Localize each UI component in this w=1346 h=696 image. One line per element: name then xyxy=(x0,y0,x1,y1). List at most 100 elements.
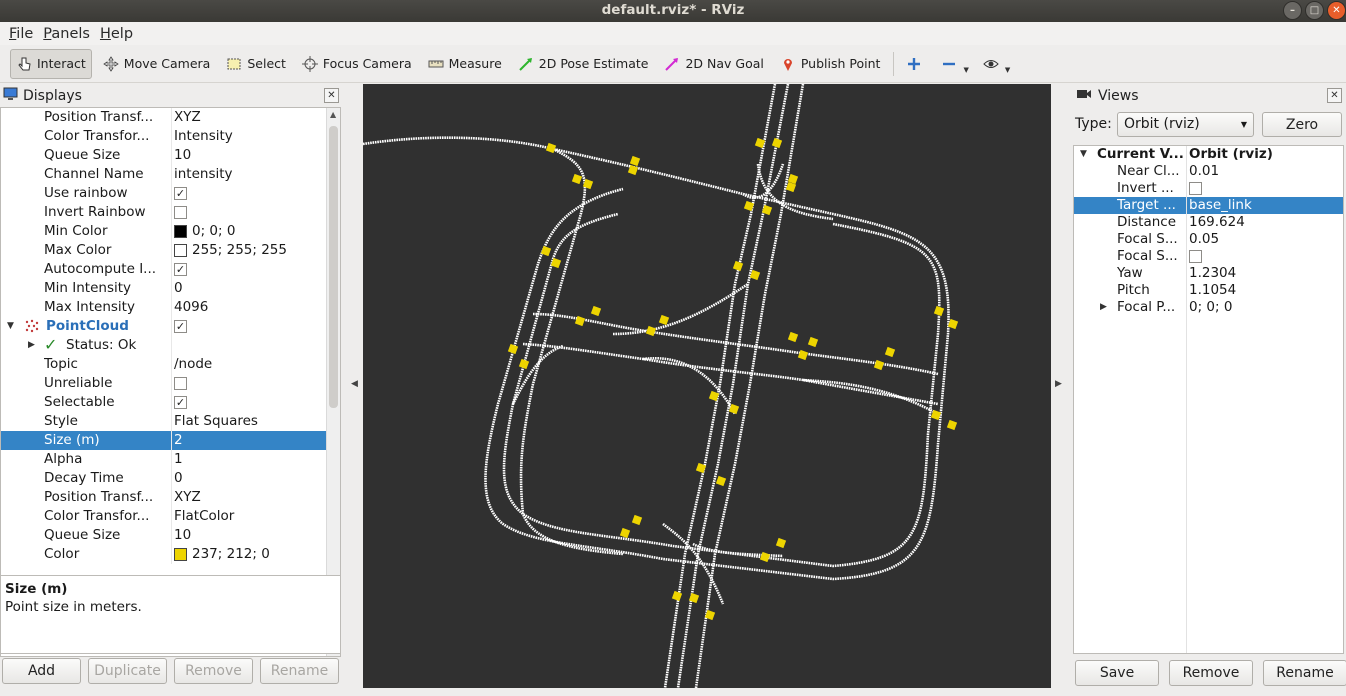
property-value[interactable] xyxy=(174,374,187,390)
close-icon[interactable]: ✕ xyxy=(1327,88,1342,103)
property-row[interactable]: Min Intensity 0 xyxy=(1,279,340,298)
checkbox[interactable]: ✓ xyxy=(174,396,187,409)
property-row[interactable]: Topic/node xyxy=(1,355,340,374)
view-type-select[interactable]: Orbit (rviz) ▼ xyxy=(1117,112,1254,137)
remove-button[interactable]: Remove xyxy=(174,658,253,684)
property-row[interactable]: Unreliable xyxy=(1,374,340,393)
view-property-value[interactable]: 0.05 xyxy=(1189,231,1219,248)
checkbox[interactable] xyxy=(174,206,187,219)
expand-right-icon[interactable]: ▶ xyxy=(1100,299,1107,316)
menu-help[interactable]: Help xyxy=(95,26,138,42)
menu-file[interactable]: File xyxy=(4,26,38,42)
checkbox[interactable]: ✓ xyxy=(174,320,187,333)
current-view-row[interactable]: ▼ Current V... Orbit (rviz) xyxy=(1074,146,1343,163)
checkbox[interactable]: ✓ xyxy=(174,263,187,276)
property-row[interactable]: ▼ PointCloud ✓ xyxy=(1,317,340,336)
view-property-value[interactable]: 0.01 xyxy=(1189,163,1219,180)
view-property-value[interactable]: 1.2304 xyxy=(1189,265,1236,282)
zero-button[interactable]: Zero xyxy=(1262,112,1342,137)
view-property-row[interactable]: Distance 169.624 xyxy=(1074,214,1343,231)
property-value[interactable]: 1 xyxy=(174,450,183,469)
close-icon[interactable]: ✕ xyxy=(324,88,339,103)
property-row[interactable]: Position Transf... XYZ xyxy=(1,488,340,507)
property-value[interactable]: ✓ xyxy=(174,317,187,333)
checkbox[interactable] xyxy=(174,377,187,390)
rename-view-button[interactable]: Rename xyxy=(1263,660,1346,686)
collapse-left-icon[interactable]: ◀ xyxy=(351,379,361,389)
property-value[interactable]: 237; 212; 0 xyxy=(174,545,270,564)
property-value[interactable]: /node xyxy=(174,355,212,374)
checkbox[interactable]: ✓ xyxy=(174,187,187,200)
scroll-thumb[interactable] xyxy=(329,126,338,408)
property-value[interactable]: 0 xyxy=(174,469,183,488)
focus-camera-tool-button[interactable]: Focus Camera xyxy=(297,49,417,79)
property-row[interactable]: Min Color 0; 0; 0 xyxy=(1,222,340,241)
close-icon[interactable]: ✕ xyxy=(1327,1,1346,20)
rename-button[interactable]: Rename xyxy=(260,658,339,684)
property-value[interactable] xyxy=(174,203,187,219)
render-viewport[interactable] xyxy=(363,84,1051,688)
view-property-value[interactable]: 169.624 xyxy=(1189,214,1245,231)
property-value[interactable]: 10 xyxy=(174,526,191,545)
property-row[interactable]: Color 237; 212; 0 xyxy=(1,545,340,564)
color-swatch[interactable] xyxy=(174,548,187,561)
view-property-row[interactable]: Invert ... xyxy=(1074,180,1343,197)
property-row[interactable]: Color Transfor... FlatColor xyxy=(1,507,340,526)
select-tool-button[interactable]: Select xyxy=(221,49,291,79)
property-row[interactable]: Queue Size 10 xyxy=(1,146,340,165)
property-value[interactable]: 4096 xyxy=(174,298,208,317)
property-row[interactable]: Channel Name intensity xyxy=(1,165,340,184)
add-button[interactable]: Add xyxy=(2,658,81,684)
property-row[interactable]: Style Flat Squares xyxy=(1,412,340,431)
property-value[interactable]: 0; 0; 0 xyxy=(174,222,235,241)
remove-tool-button[interactable]: ▼ xyxy=(935,49,974,79)
expand-down-icon[interactable]: ▼ xyxy=(7,317,14,336)
scroll-up-icon[interactable]: ▲ xyxy=(330,110,336,119)
point-cloud-scene[interactable] xyxy=(363,84,1051,688)
property-value[interactable]: ✓ xyxy=(174,260,187,276)
property-value[interactable]: 10 xyxy=(174,146,191,165)
property-value[interactable]: FlatColor xyxy=(174,507,234,526)
checkbox[interactable] xyxy=(1189,250,1202,263)
view-property-row[interactable]: Focal S... xyxy=(1074,248,1343,265)
checkbox[interactable] xyxy=(1189,182,1202,195)
property-value[interactable]: XYZ xyxy=(174,108,201,127)
property-row[interactable]: Color Transfor... Intensity xyxy=(1,127,340,146)
property-row[interactable]: Invert Rainbow xyxy=(1,203,340,222)
remove-view-button[interactable]: Remove xyxy=(1169,660,1253,686)
pose-estimate-tool-button[interactable]: 2D Pose Estimate xyxy=(513,49,654,79)
property-value[interactable]: intensity xyxy=(174,165,233,184)
property-value[interactable]: 0 xyxy=(174,279,183,298)
save-button[interactable]: Save xyxy=(1075,660,1159,686)
collapse-right-icon[interactable]: ▶ xyxy=(1055,379,1065,389)
displays-scrollbar[interactable]: ▲ ▼ xyxy=(326,108,340,656)
expand-right-icon[interactable]: ▶ xyxy=(28,336,35,355)
view-property-row[interactable]: Focal S... 0.05 xyxy=(1074,231,1343,248)
property-row[interactable]: Max Color 255; 255; 255 xyxy=(1,241,340,260)
expand-down-icon[interactable]: ▼ xyxy=(1080,146,1087,163)
view-property-value[interactable]: 0; 0; 0 xyxy=(1189,299,1232,316)
view-property-value[interactable]: 1.1054 xyxy=(1189,282,1236,299)
view-property-row[interactable]: Near Cl... 0.01 xyxy=(1074,163,1343,180)
add-tool-button[interactable] xyxy=(900,49,933,79)
view-property-value[interactable]: base_link xyxy=(1189,197,1252,214)
property-value[interactable]: ✓ xyxy=(174,184,187,200)
property-row[interactable]: Autocompute I... ✓ xyxy=(1,260,340,279)
duplicate-button[interactable]: Duplicate xyxy=(88,658,167,684)
interact-tool-button[interactable]: Interact xyxy=(10,48,92,79)
color-swatch[interactable] xyxy=(174,225,187,238)
minimize-icon[interactable]: – xyxy=(1283,1,1302,20)
view-property-row[interactable]: Yaw 1.2304 xyxy=(1074,265,1343,282)
property-row[interactable]: Selectable ✓ xyxy=(1,393,340,412)
property-row[interactable]: ▶ ✓ Status: Ok xyxy=(1,335,340,355)
move-camera-tool-button[interactable]: Move Camera xyxy=(98,49,216,79)
view-property-row[interactable]: Target ... base_link xyxy=(1074,197,1343,214)
property-row[interactable]: Alpha 1 xyxy=(1,450,340,469)
color-swatch[interactable] xyxy=(174,244,187,257)
property-row[interactable]: Use rainbow ✓ xyxy=(1,184,340,203)
menu-panels[interactable]: Panels xyxy=(38,26,95,42)
property-row[interactable]: Queue Size 10 xyxy=(1,526,340,545)
property-value[interactable]: ✓ xyxy=(174,393,187,409)
view-property-row[interactable]: ▶ Focal P... 0; 0; 0 xyxy=(1074,299,1343,316)
property-row[interactable]: Max Intensity 4096 xyxy=(1,298,340,317)
